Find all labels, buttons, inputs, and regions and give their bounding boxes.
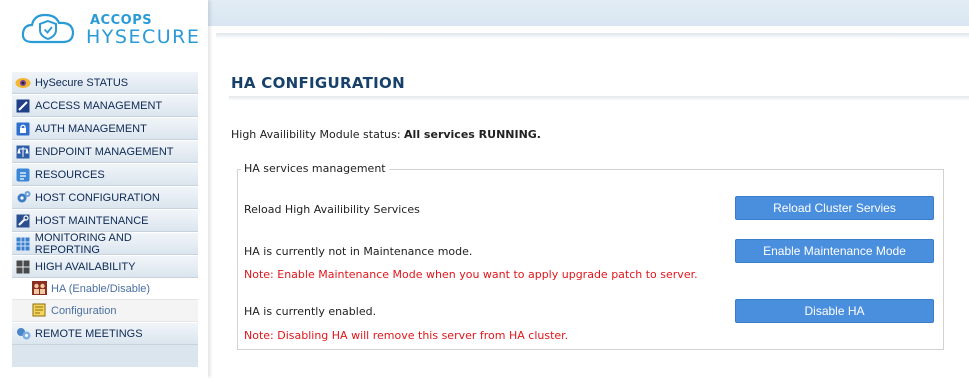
sidebar-item-label: REMOTE MEETINGS xyxy=(35,327,143,340)
sidebar-menu-footer xyxy=(12,345,198,367)
sidebar-item-endpoint-management[interactable]: ENDPOINT MANAGEMENT xyxy=(12,140,198,163)
users-icon xyxy=(32,281,47,296)
logo: ACCOPS HYSECURE xyxy=(8,4,208,54)
cloud-shield-icon xyxy=(21,13,75,44)
sidebar-item-label: RESOURCES xyxy=(35,168,105,181)
scale-icon xyxy=(15,144,31,160)
fieldset-legend: HA services management xyxy=(241,162,389,175)
sidebar-item-monitoring-and-reporting[interactable]: MONITORING AND REPORTING xyxy=(12,231,198,256)
sidebar-subitem-ha-enable-disable[interactable]: HA (Enable/Disable) xyxy=(12,278,198,300)
brand-product: HYSECURE xyxy=(86,26,201,48)
sidebar-subitem-label: Configuration xyxy=(51,304,117,317)
sidebar-subitem-label: HA (Enable/Disable) xyxy=(51,282,151,295)
sidebar-item-label: HIGH AVAILABILITY xyxy=(35,260,136,273)
title-divider xyxy=(229,96,969,101)
grid-icon xyxy=(15,236,31,252)
sidebar-item-label: ENDPOINT MANAGEMENT xyxy=(35,145,174,158)
ha-module-status: High Availibility Module status: All ser… xyxy=(231,128,541,141)
resources-icon xyxy=(15,167,31,183)
sidebar-item-host-configuration[interactable]: HOST CONFIGURATION xyxy=(12,186,198,209)
lock-icon xyxy=(15,121,31,137)
disable-ha-note: Note: Disabling HA will remove this serv… xyxy=(244,329,569,342)
server-icon xyxy=(15,259,31,275)
gears-icon xyxy=(15,190,31,206)
ha-enabled-status: HA is currently enabled. xyxy=(244,305,377,318)
sidebar-item-label: ACCESS MANAGEMENT xyxy=(35,99,163,112)
sidebar-item-hysecure-status[interactable]: HySecure STATUS xyxy=(12,71,198,94)
disable-ha-button[interactable]: Disable HA xyxy=(735,299,934,323)
sidebar-item-access-management[interactable]: ACCESS MANAGEMENT xyxy=(12,94,198,117)
reload-services-label: Reload High Availibility Services xyxy=(244,203,420,216)
sidebar: ACCOPS HYSECURE HySecure STATUS ACCESS M… xyxy=(0,0,208,378)
note-icon xyxy=(32,303,47,318)
sidebar-subitem-configuration[interactable]: Configuration xyxy=(12,300,198,322)
sidebar-item-remote-meetings[interactable]: REMOTE MEETINGS xyxy=(12,322,198,345)
sidebar-item-label: HOST MAINTENANCE xyxy=(35,214,149,227)
enable-maintenance-mode-button[interactable]: Enable Maintenance Mode xyxy=(735,239,934,263)
sidebar-menu: HySecure STATUS ACCESS MANAGEMENT AUTH M… xyxy=(12,71,198,367)
eye-status-icon xyxy=(15,75,31,91)
sidebar-item-high-availability[interactable]: HIGH AVAILABILITY xyxy=(12,255,198,278)
status-value: All services RUNNING. xyxy=(404,128,541,141)
reload-cluster-services-button[interactable]: Reload Cluster Servies xyxy=(735,196,934,220)
sidebar-item-resources[interactable]: RESOURCES xyxy=(12,163,198,186)
content-top-border xyxy=(216,33,969,39)
sidebar-item-label: AUTH MANAGEMENT xyxy=(35,122,147,135)
maintenance-mode-status: HA is currently not in Maintenance mode. xyxy=(244,245,473,258)
sidebar-item-label: HOST CONFIGURATION xyxy=(35,191,160,204)
status-prefix: High Availibility Module status: xyxy=(231,128,405,141)
wrench-icon xyxy=(15,213,31,229)
sidebar-item-label: MONITORING AND REPORTING xyxy=(34,231,132,256)
page-title: HA CONFIGURATION xyxy=(231,74,405,92)
maintenance-note: Note: Enable Maintenance Mode when you w… xyxy=(244,268,698,281)
access-icon xyxy=(15,98,31,114)
sidebar-item-host-maintenance[interactable]: HOST MAINTENANCE xyxy=(12,209,198,232)
sidebar-item-label: HySecure STATUS xyxy=(35,76,129,89)
sidebar-item-auth-management[interactable]: AUTH MANAGEMENT xyxy=(12,117,198,140)
meetings-icon xyxy=(15,326,31,342)
